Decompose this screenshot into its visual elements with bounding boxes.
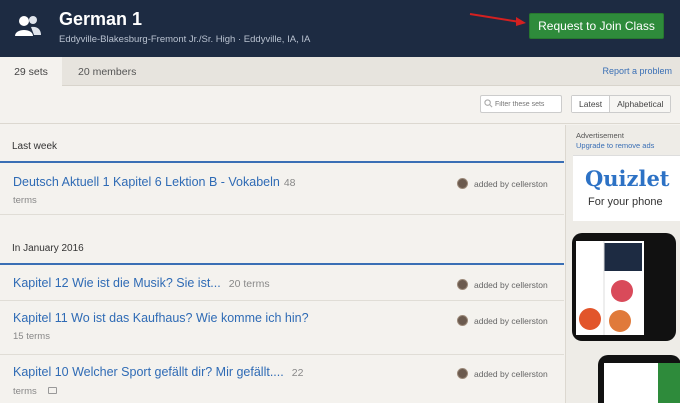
added-by-text: added by cellerston (474, 368, 548, 379)
set-title-text[interactable]: Kapitel 12 Wie ist die Musik? Sie ist... (13, 276, 221, 290)
ad-label: Advertisement (576, 131, 624, 140)
sets-list: Last week Deutsch Aktuell 1 Kapitel 6 Le… (0, 125, 564, 403)
set-term-count: 20 terms (228, 278, 270, 290)
set-term-count: 48 (283, 177, 296, 189)
tab-sets[interactable]: 29 sets (0, 57, 62, 86)
added-by-text: added by cellerston (474, 279, 548, 290)
upgrade-remove-ads-link[interactable]: Upgrade to remove ads (576, 141, 654, 150)
phone-image (598, 355, 680, 403)
class-title: German 1 (59, 9, 143, 29)
annotation-arrow-icon (469, 13, 526, 26)
set-title-link[interactable]: Kapitel 12 Wie ist die Musik? Sie ist...… (13, 276, 270, 290)
set-title-text[interactable]: Kapitel 11 Wo ist das Kaufhaus? Wie komm… (13, 311, 309, 325)
class-tabs: 29 sets 20 members Report a problem (0, 57, 680, 86)
search-icon (484, 99, 493, 108)
avatar (457, 315, 468, 326)
avatar (457, 279, 468, 290)
school-subtitle: Eddyville-Blakesburg-Fremont Jr./Sr. Hig… (59, 34, 311, 45)
set-title-link[interactable]: Deutsch Aktuell 1 Kapitel 6 Lektion B - … (13, 175, 296, 189)
added-by: added by cellerston (457, 368, 548, 379)
request-to-join-button[interactable]: Request to Join Class (529, 13, 664, 39)
set-terms-label: terms (13, 195, 37, 206)
set-row[interactable]: Kapitel 10 Welcher Sport gefällt dir? Mi… (0, 356, 564, 403)
set-title-text[interactable]: Kapitel 10 Welcher Sport gefällt dir? Mi… (13, 365, 284, 379)
set-terms-label: 15 terms (13, 331, 50, 342)
image-icon (48, 387, 57, 394)
class-group-icon (15, 16, 41, 36)
sort-alphabetical-button[interactable]: Alphabetical (609, 96, 671, 112)
tab-members[interactable]: 20 members (78, 57, 136, 86)
phone-screen-graphic (604, 363, 680, 403)
group-heading: In January 2016 (12, 243, 84, 254)
set-term-count: 22 (291, 367, 304, 379)
ad-brand-logo: Quizlet (585, 166, 670, 191)
added-by: added by cellerston (457, 315, 548, 326)
set-title-link[interactable]: Kapitel 10 Welcher Sport gefällt dir? Mi… (13, 365, 303, 379)
group-heading: Last week (12, 141, 58, 152)
avatar (457, 178, 468, 189)
sort-toggle: Latest Alphabetical (571, 95, 672, 113)
sort-latest-button[interactable]: Latest (572, 96, 610, 112)
set-row[interactable]: Kapitel 11 Wo ist das Kaufhaus? Wie komm… (0, 302, 564, 355)
phone-screen-graphic (576, 241, 644, 335)
ad-sidebar: Advertisement Upgrade to remove ads Quiz… (565, 125, 680, 403)
ad-tagline: For your phone (588, 196, 663, 208)
set-title-link[interactable]: Kapitel 11 Wo ist das Kaufhaus? Wie komm… (13, 311, 309, 325)
added-by: added by cellerston (457, 178, 548, 189)
added-by-text: added by cellerston (474, 315, 548, 326)
report-problem-link[interactable]: Report a problem (602, 66, 672, 76)
phone-screen (576, 241, 644, 335)
set-row[interactable]: Deutsch Aktuell 1 Kapitel 6 Lektion B - … (0, 163, 564, 215)
set-row[interactable]: Kapitel 12 Wie ist die Musik? Sie ist...… (0, 265, 564, 301)
set-title-text[interactable]: Deutsch Aktuell 1 Kapitel 6 Lektion B - … (13, 175, 280, 189)
set-terms-label: terms (13, 386, 37, 397)
class-header: German 1 Eddyville-Blakesburg-Fremont Jr… (0, 0, 680, 57)
added-by-text: added by cellerston (474, 178, 548, 189)
phone-image (572, 233, 676, 341)
avatar (457, 368, 468, 379)
ad-banner[interactable]: Quizlet For your phone (573, 155, 680, 221)
added-by: added by cellerston (457, 279, 548, 290)
filter-toolbar: Latest Alphabetical (0, 87, 680, 124)
